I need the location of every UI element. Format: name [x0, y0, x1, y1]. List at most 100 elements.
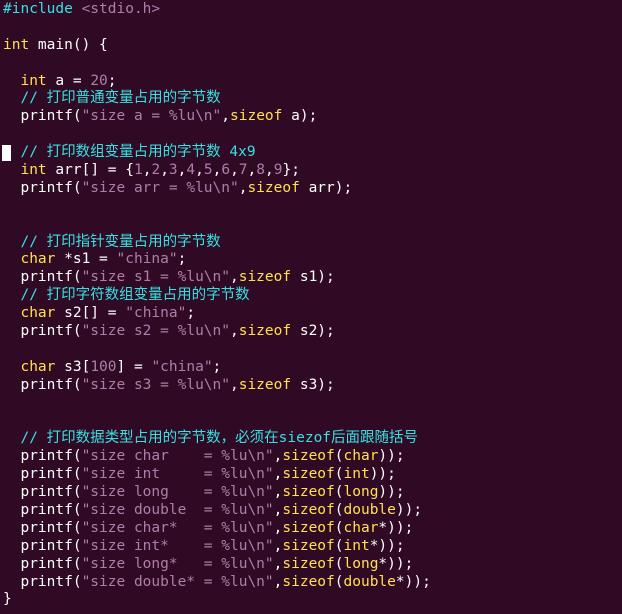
code-line[interactable]: // 打印数据类型占用的字节数，必须在siezof后面跟随括号: [0, 430, 622, 448]
code-token-num: 20: [90, 72, 108, 89]
code-token-kw: sizeof: [282, 573, 335, 590]
code-token-str: "size int = %lu\n": [81, 466, 274, 483]
code-line[interactable]: printf("size double = %lu\n",sizeof(doub…: [0, 502, 622, 520]
code-token-str: "china": [151, 358, 213, 375]
code-token-str: "size double* = %lu\n": [81, 573, 274, 590]
code-line[interactable]: }: [0, 591, 622, 609]
code-token-plain: printf(: [3, 466, 82, 483]
code-token-str: "size char* = %lu\n": [81, 519, 274, 536]
code-token-plain: ,: [229, 376, 239, 393]
code-token-type: long: [343, 484, 379, 501]
code-token-type: int: [20, 162, 47, 179]
code-line[interactable]: // 打印数组变量占用的字节数 4x9: [0, 144, 622, 162]
code-token-plain: s2[] =: [55, 305, 126, 322]
code-token-kw: sizeof: [282, 555, 335, 572]
code-line[interactable]: [0, 341, 622, 359]
code-token-kw: sizeof: [238, 269, 292, 286]
code-token-plain: ;: [177, 251, 187, 268]
code-token-plain: printf(: [3, 323, 82, 340]
code-token-kw: sizeof: [282, 448, 335, 465]
code-line[interactable]: // 打印字符数组变量占用的字节数: [0, 287, 622, 305]
code-token-plain: printf(: [3, 376, 82, 393]
code-token-num: 2: [151, 162, 161, 179]
code-line[interactable]: // 打印指针变量占用的字节数: [0, 234, 622, 252]
code-token-kw: sizeof: [282, 537, 335, 554]
code-token-plain: arr[] = {: [46, 162, 134, 179]
code-token-plain: a);: [282, 108, 318, 125]
code-line[interactable]: int main() {: [0, 37, 622, 55]
code-token-comment: // 打印数组变量占用的字节数 4x9: [20, 144, 256, 161]
code-token-plain: ,: [221, 108, 230, 125]
code-line[interactable]: printf("size char* = %lu\n",sizeof(char*…: [0, 520, 622, 538]
code-token-str: "size s2 = %lu\n": [81, 323, 230, 340]
code-line[interactable]: printf("size int* = %lu\n",sizeof(int*))…: [0, 538, 622, 556]
code-editor[interactable]: #include <stdio.h> int main() { int a = …: [0, 0, 622, 614]
code-token-type: int: [20, 72, 47, 89]
code-token-plain: (: [334, 519, 344, 536]
code-line[interactable]: printf("size s1 = %lu\n",sizeof s1);: [0, 269, 622, 287]
code-token-num: 4: [186, 162, 196, 179]
code-token-plain: ));: [369, 466, 396, 483]
code-token-kw: sizeof: [282, 519, 335, 536]
code-line[interactable]: int a = 20;: [0, 73, 622, 91]
code-line[interactable]: int arr[] = {1,2,3,4,5,6,7,8,9};: [0, 162, 622, 180]
code-token-comment: // 打印数据类型占用的字节数，必须在siezof后面跟随括号: [20, 430, 419, 447]
code-line[interactable]: printf("size arr = %lu\n",sizeof arr);: [0, 180, 622, 198]
code-token-plain: ,: [160, 162, 169, 179]
code-line[interactable]: [0, 216, 622, 234]
code-token-plain: printf(: [3, 448, 82, 465]
code-line[interactable]: printf("size s2 = %lu\n",sizeof s2);: [0, 323, 622, 341]
code-token-plain: };: [282, 162, 300, 179]
code-token-plain: printf(: [3, 573, 82, 590]
code-token-plain: ;: [186, 305, 196, 322]
code-token-comment: // 打印指针变量占用的字节数: [20, 233, 221, 250]
code-line[interactable]: printf("size s3 = %lu\n",sizeof s3);: [0, 377, 622, 395]
code-token-type: char: [20, 251, 56, 268]
code-token-kw: sizeof: [238, 323, 292, 340]
code-token-plain: printf(: [3, 108, 82, 125]
code-token-str: "size long* = %lu\n": [81, 555, 274, 572]
code-token-plain: ));: [378, 484, 405, 501]
code-token-plain: s1);: [291, 269, 335, 286]
code-token-plain: printf(: [3, 519, 82, 536]
code-token-num: 5: [203, 162, 213, 179]
code-token-plain: ] =: [116, 358, 152, 375]
code-line[interactable]: [0, 126, 622, 144]
code-line[interactable]: char s3[100] = "china";: [0, 359, 622, 377]
code-line[interactable]: printf("size int = %lu\n",sizeof(int));: [0, 466, 622, 484]
code-token-num: 1: [133, 162, 143, 179]
code-token-plain: arr);: [299, 179, 353, 196]
code-token-kw: sizeof: [247, 179, 300, 196]
code-line[interactable]: printf("size double* = %lu\n",sizeof(dou…: [0, 574, 622, 592]
code-token-str: "size s3 = %lu\n": [81, 376, 230, 393]
code-token-plain: ,: [265, 162, 274, 179]
code-token-plain: ));: [378, 448, 405, 465]
code-token-num: 6: [221, 162, 231, 179]
code-token-plain: printf(: [3, 537, 82, 554]
code-token-plain: (: [334, 537, 344, 554]
code-line[interactable]: [0, 395, 622, 413]
code-line[interactable]: [0, 198, 622, 216]
code-line[interactable]: printf("size a = %lu\n",sizeof a);: [0, 108, 622, 126]
code-line[interactable]: char *s1 = "china";: [0, 251, 622, 269]
code-token-kw: sizeof: [282, 501, 335, 518]
code-line[interactable]: printf("size char = %lu\n",sizeof(char))…: [0, 448, 622, 466]
code-line[interactable]: printf("size long = %lu\n",sizeof(long))…: [0, 484, 622, 502]
code-line[interactable]: [0, 55, 622, 73]
code-line[interactable]: printf("size long* = %lu\n",sizeof(long*…: [0, 556, 622, 574]
code-token-plain: ,: [230, 162, 239, 179]
code-token-type: double: [343, 573, 396, 590]
code-line[interactable]: [0, 19, 622, 37]
code-line[interactable]: // 打印普通变量占用的字节数: [0, 90, 622, 108]
code-token-plain: s3);: [291, 376, 335, 393]
code-token-num: 7: [238, 162, 248, 179]
code-line[interactable]: char s2[] = "china";: [0, 305, 622, 323]
code-line[interactable]: [0, 412, 622, 430]
code-line[interactable]: #include <stdio.h>: [0, 1, 622, 19]
code-token-plain: ,: [229, 323, 239, 340]
code-token-kw: sizeof: [230, 108, 283, 125]
code-token-type: char: [20, 305, 56, 322]
